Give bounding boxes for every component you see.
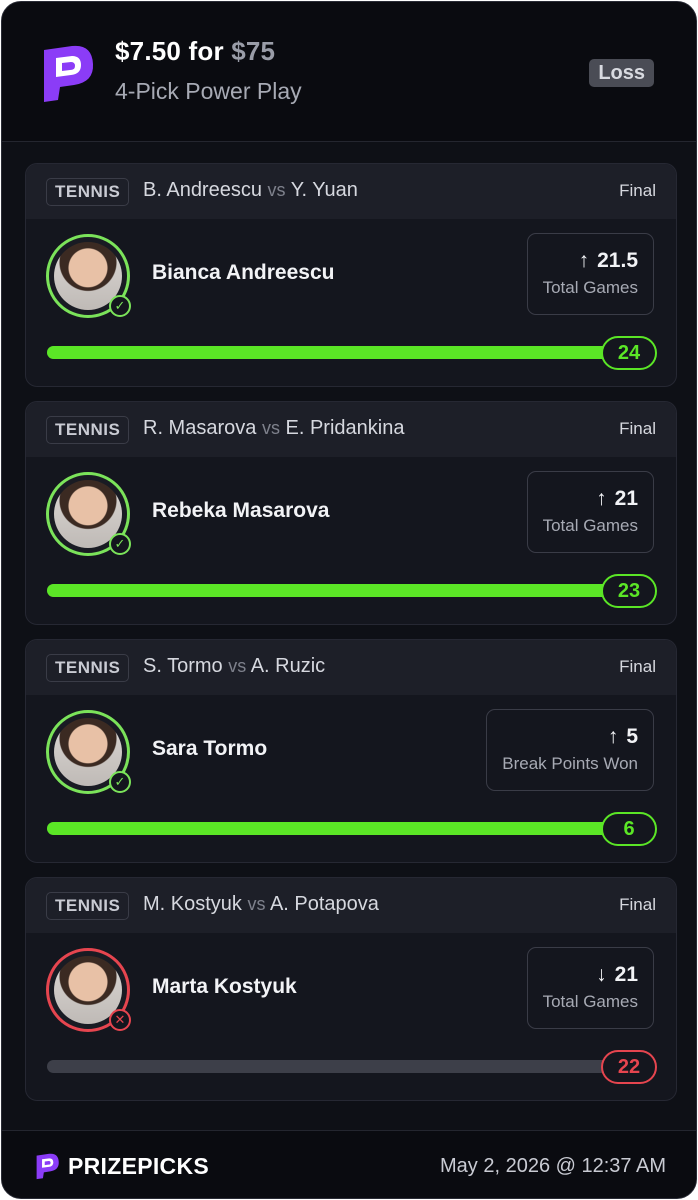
sport-badge: TENNIS xyxy=(46,654,130,682)
arrow-up-icon: ↑ xyxy=(578,249,590,272)
sport-badge: TENNIS xyxy=(46,416,130,444)
pick-card[interactable]: TENNIS M. Kostyuk vs A. Potapova Final ✕… xyxy=(25,877,677,1101)
projection-line: 21.5 xyxy=(597,249,638,272)
opponent-short: A. Ruzic xyxy=(250,655,326,677)
stat-type: Total Games xyxy=(542,278,638,297)
sport-badge: TENNIS xyxy=(46,892,130,920)
projection-line: 5 xyxy=(626,725,638,748)
matchup: S. Tormo vs A. Ruzic xyxy=(143,655,325,678)
matchup: R. Masarova vs E. Pridankina xyxy=(143,417,404,440)
player-short: B. Andreescu xyxy=(143,179,262,201)
entry-amount: $7.50 xyxy=(115,36,182,66)
card-footer: PRIZEPICKS May 2, 2026 @ 12:37 AM xyxy=(2,1130,696,1198)
projection-box: ↑ 21 Total Games xyxy=(526,471,654,553)
projection-line: 21 xyxy=(614,487,638,510)
pick-card[interactable]: TENNIS S. Tormo vs A. Ruzic Final ✓ Sara… xyxy=(25,639,677,863)
final-value: 22 xyxy=(601,1050,657,1084)
vs-label: vs xyxy=(247,894,266,914)
progress-fill xyxy=(47,346,617,359)
pick-card[interactable]: TENNIS B. Andreescu vs Y. Yuan Final ✓ B… xyxy=(25,163,677,387)
avatar: ✓ xyxy=(46,234,131,318)
pick-header: TENNIS R. Masarova vs E. Pridankina Fina… xyxy=(26,402,676,457)
avatar: ✓ xyxy=(46,710,131,794)
projection-box: ↑ 21.5 Total Games xyxy=(526,233,654,315)
pick-header: TENNIS M. Kostyuk vs A. Potapova Final xyxy=(26,878,676,933)
game-status: Final xyxy=(619,181,656,200)
player-name: Marta Kostyuk xyxy=(152,975,297,998)
sport-badge: TENNIS xyxy=(46,178,130,206)
check-icon: ✓ xyxy=(109,771,131,793)
final-value: 6 xyxy=(601,812,657,846)
game-status: Final xyxy=(619,657,656,676)
projection-box: ↑ 5 Break Points Won xyxy=(486,709,654,791)
projection-line: 21 xyxy=(614,963,638,986)
player-short: R. Masarova xyxy=(143,417,257,439)
entry-title: $7.50 for $75 xyxy=(115,36,275,67)
prizepicks-logo-icon xyxy=(36,1153,59,1180)
lineup-header: $7.50 for $75 4-Pick Power Play Loss xyxy=(2,2,696,142)
pick-header: TENNIS S. Tormo vs A. Ruzic Final xyxy=(26,640,676,695)
vs-label: vs xyxy=(228,656,247,676)
player-short: S. Tormo xyxy=(143,655,223,677)
x-icon: ✕ xyxy=(109,1009,131,1031)
final-value: 23 xyxy=(601,574,657,608)
for-label: for xyxy=(188,36,224,66)
opponent-short: A. Potapova xyxy=(269,893,379,915)
stat-type: Total Games xyxy=(542,516,638,535)
avatar: ✓ xyxy=(46,472,131,556)
arrow-down-icon: ↓ xyxy=(596,963,607,986)
player-name: Bianca Andreescu xyxy=(152,261,335,284)
play-type: 4-Pick Power Play xyxy=(115,78,302,104)
player-name: Rebeka Masarova xyxy=(152,499,330,522)
final-value: 24 xyxy=(601,336,657,370)
progress-track xyxy=(47,584,617,597)
arrow-up-icon: ↑ xyxy=(596,487,607,510)
progress-fill xyxy=(47,584,617,597)
progress-track xyxy=(47,346,617,359)
game-status: Final xyxy=(619,895,656,914)
progress-track xyxy=(47,822,617,835)
vs-label: vs xyxy=(267,180,286,200)
progress-fill xyxy=(47,822,617,835)
opponent-short: E. Pridankina xyxy=(285,417,405,439)
payout-amount: $75 xyxy=(231,36,276,66)
progress-track xyxy=(47,1060,617,1073)
entry-datetime: May 2, 2026 @ 12:37 AM xyxy=(440,1155,666,1177)
pick-card[interactable]: TENNIS R. Masarova vs E. Pridankina Fina… xyxy=(25,401,677,625)
check-icon: ✓ xyxy=(109,533,131,555)
brand-name: PRIZEPICKS xyxy=(68,1153,210,1179)
player-short: M. Kostyuk xyxy=(143,893,242,915)
game-status: Final xyxy=(619,419,656,438)
stat-type: Total Games xyxy=(542,992,638,1011)
lineup-card: $7.50 for $75 4-Pick Power Play Loss TEN… xyxy=(1,1,697,1199)
arrow-up-icon: ↑ xyxy=(607,725,619,748)
vs-label: vs xyxy=(261,418,280,438)
pick-header: TENNIS B. Andreescu vs Y. Yuan Final xyxy=(26,164,676,219)
projection-box: ↓ 21 Total Games xyxy=(526,947,654,1029)
prizepicks-logo-icon xyxy=(44,45,94,102)
matchup: M. Kostyuk vs A. Potapova xyxy=(143,893,379,916)
result-badge: Loss xyxy=(589,59,654,87)
check-icon: ✓ xyxy=(109,295,131,317)
player-name: Sara Tormo xyxy=(152,737,268,760)
opponent-short: Y. Yuan xyxy=(290,179,358,201)
avatar: ✕ xyxy=(46,948,131,1032)
matchup: B. Andreescu vs Y. Yuan xyxy=(143,179,358,202)
stat-type: Break Points Won xyxy=(502,754,638,773)
